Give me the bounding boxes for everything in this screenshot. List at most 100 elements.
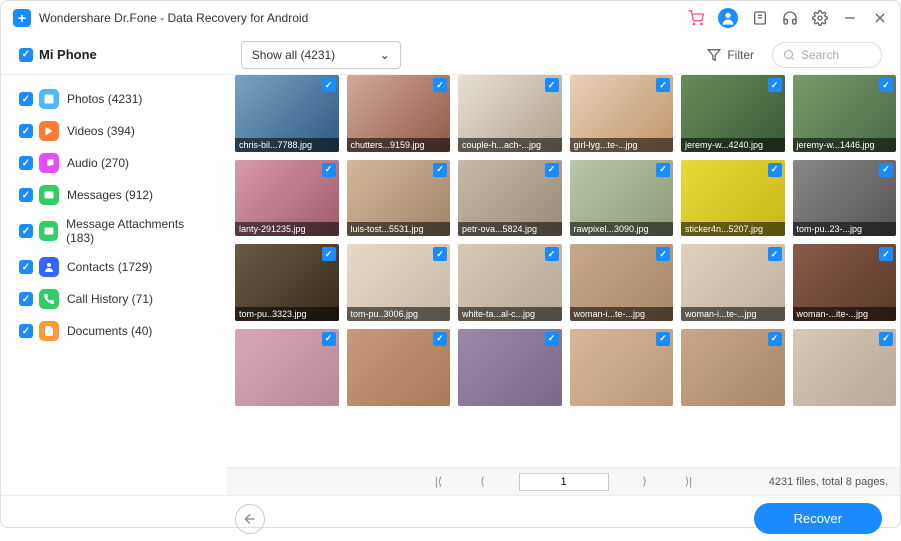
thumbnail-filename: jeremy-w...1446.jpg: [793, 138, 897, 152]
thumbnail-checkbox[interactable]: [879, 78, 893, 92]
thumbnail-checkbox[interactable]: [433, 163, 447, 177]
thumbnail[interactable]: woman-...ite-...jpg: [793, 244, 897, 321]
thumbnail[interactable]: jeremy-w...1446.jpg: [793, 75, 897, 152]
minimize-icon[interactable]: [842, 10, 858, 26]
documents-checkbox[interactable]: [19, 324, 33, 338]
thumbnail[interactable]: tom-pu..3323.jpg: [235, 244, 339, 321]
back-button[interactable]: [235, 504, 265, 534]
thumbnail[interactable]: woman-i...te-...jpg: [681, 244, 785, 321]
search-icon: [783, 49, 795, 61]
thumbnail-checkbox[interactable]: [433, 332, 447, 346]
messages-checkbox[interactable]: [19, 188, 33, 202]
user-icon[interactable]: [718, 8, 738, 28]
sidebar-item-attachments[interactable]: Message Attachments (183): [1, 211, 227, 251]
attachments-icon: [39, 221, 58, 241]
search-input[interactable]: Search: [772, 42, 882, 68]
contacts-checkbox[interactable]: [19, 260, 33, 274]
sidebar-item-callhistory[interactable]: Call History (71): [1, 283, 227, 315]
photos-checkbox[interactable]: [19, 92, 33, 106]
thumbnail[interactable]: chris-bil...7788.jpg: [235, 75, 339, 152]
thumbnail-checkbox[interactable]: [545, 247, 559, 261]
thumbnail-checkbox[interactable]: [768, 163, 782, 177]
sidebar-item-messages[interactable]: Messages (912): [1, 179, 227, 211]
sidebar-label: Photos (4231): [67, 92, 142, 106]
thumbnail[interactable]: [681, 329, 785, 406]
thumbnail-checkbox[interactable]: [879, 247, 893, 261]
thumbnail[interactable]: white-ta...al-c...jpg: [458, 244, 562, 321]
thumbnail[interactable]: [235, 329, 339, 406]
thumbnail-checkbox[interactable]: [656, 332, 670, 346]
sidebar-item-documents[interactable]: Documents (40): [1, 315, 227, 347]
device-label: Mi Phone: [39, 47, 97, 62]
filter-button[interactable]: Filter: [707, 48, 754, 62]
show-filter-dropdown[interactable]: Show all (4231) ⌄: [241, 41, 401, 69]
sidebar-label: Documents (40): [67, 324, 152, 338]
thumbnail[interactable]: rawpixel...3090.jpg: [570, 160, 674, 237]
thumbnail[interactable]: couple-h...ach-...jpg: [458, 75, 562, 152]
audio-checkbox[interactable]: [19, 156, 33, 170]
thumbnail-checkbox[interactable]: [322, 247, 336, 261]
pager-info: 4231 files, total 8 pages.: [769, 476, 888, 488]
sidebar-item-audio[interactable]: Audio (270): [1, 147, 227, 179]
thumbnail-checkbox[interactable]: [879, 332, 893, 346]
thumbnail[interactable]: jeremy-w...4240.jpg: [681, 75, 785, 152]
pager: |⟨ ⟨ ⟩ ⟩| 4231 files, total 8 pages.: [227, 467, 900, 495]
audio-icon: [39, 153, 59, 173]
thumbnail-checkbox[interactable]: [545, 332, 559, 346]
thumbnail-filename: tom-pu..23-...jpg: [793, 222, 897, 236]
sidebar-item-contacts[interactable]: Contacts (1729): [1, 251, 227, 283]
thumbnail[interactable]: tom-pu..3006.jpg: [347, 244, 451, 321]
support-icon[interactable]: [782, 10, 798, 26]
thumbnail[interactable]: luis-tost...5531.jpg: [347, 160, 451, 237]
thumbnail[interactable]: [793, 329, 897, 406]
thumbnail-checkbox[interactable]: [433, 78, 447, 92]
thumbnail[interactable]: woman-i...te-...jpg: [570, 244, 674, 321]
pager-first-icon[interactable]: |⟨: [431, 475, 447, 488]
thumbnail[interactable]: [458, 329, 562, 406]
thumbnail-checkbox[interactable]: [656, 78, 670, 92]
pager-next-icon[interactable]: ⟩: [637, 475, 653, 488]
sidebar-label: Audio (270): [67, 156, 129, 170]
cart-icon[interactable]: [688, 10, 704, 26]
arrow-left-icon: [242, 511, 258, 527]
thumbnail[interactable]: girl-lyg...te-...jpg: [570, 75, 674, 152]
thumbnail-checkbox[interactable]: [656, 163, 670, 177]
thumbnail-checkbox[interactable]: [768, 247, 782, 261]
sidebar-item-photos[interactable]: Photos (4231): [1, 83, 227, 115]
thumbnail-checkbox[interactable]: [322, 163, 336, 177]
thumbnail-checkbox[interactable]: [322, 78, 336, 92]
thumbnail[interactable]: [570, 329, 674, 406]
thumbnail-filename: sticker4n...5207.jpg: [681, 222, 785, 236]
thumbnail[interactable]: tom-pu..23-...jpg: [793, 160, 897, 237]
thumbnail-checkbox[interactable]: [433, 247, 447, 261]
sidebar-item-videos[interactable]: Videos (394): [1, 115, 227, 147]
thumbnail[interactable]: [347, 329, 451, 406]
device-checkbox[interactable]: [19, 48, 33, 62]
thumbnail-checkbox[interactable]: [656, 247, 670, 261]
thumbnail-checkbox[interactable]: [322, 332, 336, 346]
thumbnail[interactable]: lanty-291235.jpg: [235, 160, 339, 237]
thumbnail-checkbox[interactable]: [545, 163, 559, 177]
thumbnail-filename: white-ta...al-c...jpg: [458, 307, 562, 321]
thumbnail-checkbox[interactable]: [768, 332, 782, 346]
thumbnail[interactable]: chutters...9159.jpg: [347, 75, 451, 152]
settings-icon[interactable]: [812, 10, 828, 26]
thumbnail-filename: girl-lyg...te-...jpg: [570, 138, 674, 152]
pager-page-input[interactable]: [519, 473, 609, 491]
thumbnail-filename: chutters...9159.jpg: [347, 138, 451, 152]
pager-last-icon[interactable]: ⟩|: [681, 475, 697, 488]
videos-checkbox[interactable]: [19, 124, 33, 138]
thumbnail-checkbox[interactable]: [879, 163, 893, 177]
thumbnail[interactable]: sticker4n...5207.jpg: [681, 160, 785, 237]
callhistory-checkbox[interactable]: [19, 292, 33, 306]
thumbnail[interactable]: petr-ova...5824.jpg: [458, 160, 562, 237]
feedback-icon[interactable]: [752, 10, 768, 26]
attachments-checkbox[interactable]: [19, 224, 33, 238]
close-icon[interactable]: [872, 10, 888, 26]
recover-button[interactable]: Recover: [754, 503, 882, 534]
thumbnail-filename: rawpixel...3090.jpg: [570, 222, 674, 236]
sidebar-label: Videos (394): [67, 124, 135, 138]
thumbnail-checkbox[interactable]: [545, 78, 559, 92]
thumbnail-checkbox[interactable]: [768, 78, 782, 92]
pager-prev-icon[interactable]: ⟨: [475, 475, 491, 488]
